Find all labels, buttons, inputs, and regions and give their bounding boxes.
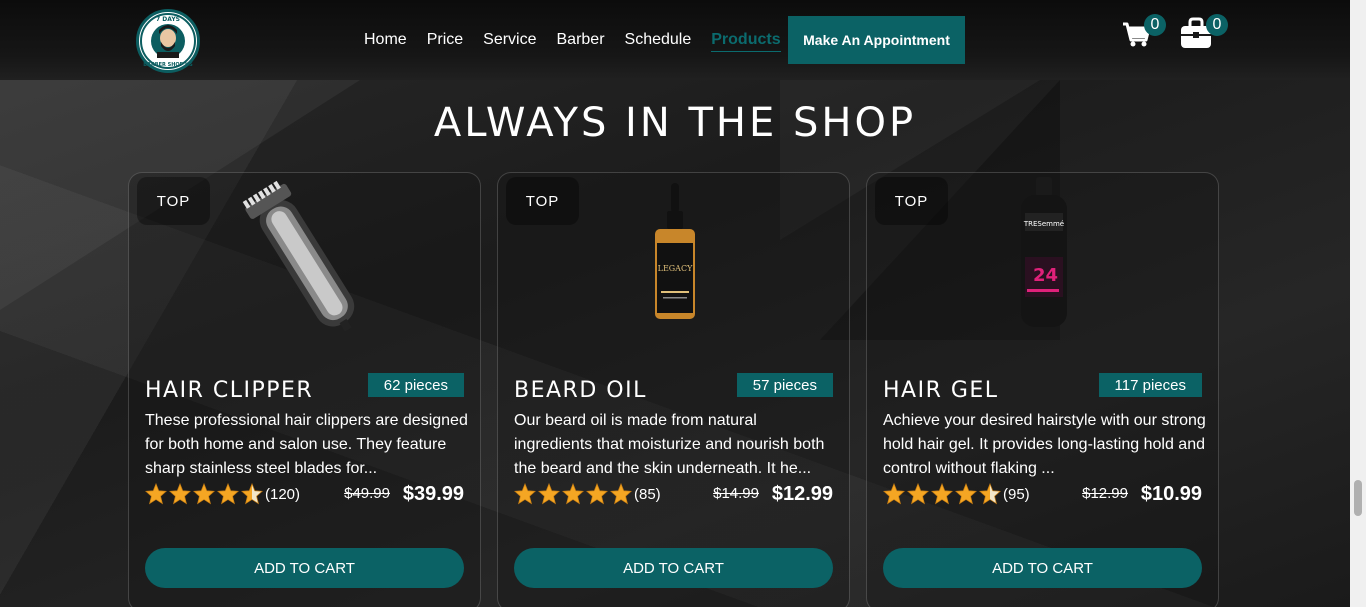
product-card: TRESemmé 24 TOP HAIR GEL 117 pieces Achi… [866,172,1219,607]
top-navbar: 7 DAYS BARBER SHOP US Home Price Service… [0,0,1350,80]
top-badge: TOP [506,177,579,225]
current-price: $12.99 [771,483,833,505]
svg-text:TRESemmé: TRESemmé [1022,220,1063,228]
nav-schedule[interactable]: Schedule [625,31,692,52]
star-full-icon [883,483,905,505]
hair-gel-bottle-icon: TRESemmé 24 [1020,177,1067,327]
add-to-cart-button[interactable]: ADD TO CART [145,548,464,588]
old-price: $49.99 [344,485,390,502]
section-title: ALWAYS IN THE SHOP [433,100,917,146]
svg-text:24: 24 [1033,265,1058,286]
beard-oil-bottle-icon: LEGACY [654,183,695,319]
bag-button[interactable]: 0 [1180,14,1228,48]
barber-shop-logo[interactable]: 7 DAYS BARBER SHOP US [136,9,200,73]
star-rating: (95) [883,483,1030,505]
review-count: (95) [1003,485,1030,503]
current-price: $10.99 [1140,483,1202,505]
star-full-icon [145,483,167,505]
star-full-icon [217,483,239,505]
page-scrollbar[interactable] [1350,0,1366,607]
star-full-icon [514,483,536,505]
top-badge: TOP [875,177,948,225]
star-full-icon [931,483,953,505]
product-description: Achieve your desired hairstyle with our … [883,412,1206,477]
stock-badge: 57 pieces [736,373,833,397]
star-half-icon [979,483,1001,505]
nav-service[interactable]: Service [483,31,536,52]
product-description: Our beard oil is made from natural ingre… [514,412,825,477]
nav-barber[interactable]: Barber [557,31,605,52]
cart-count-badge: 0 [1144,14,1166,36]
add-to-cart-button[interactable]: ADD TO CART [514,548,833,588]
nav-price[interactable]: Price [427,31,463,52]
svg-text:BARBER SHOP US: BARBER SHOP US [143,62,193,68]
star-rating: (85) [514,483,661,505]
stock-badge: 62 pieces [367,373,464,397]
scrollbar-thumb[interactable] [1354,480,1362,516]
stock-badge: 117 pieces [1098,373,1202,397]
product-name: BEARD OIL [514,378,647,403]
nav-home[interactable]: Home [364,31,407,52]
star-full-icon [169,483,191,505]
svg-text:7 DAYS: 7 DAYS [156,16,180,23]
star-full-icon [907,483,929,505]
star-full-icon [586,483,608,505]
review-count: (120) [265,485,301,503]
bag-count-badge: 0 [1206,14,1228,36]
make-appointment-button[interactable]: Make An Appointment [788,16,965,64]
product-name: HAIR GEL [883,378,999,403]
product-name: HAIR CLIPPER [145,378,314,403]
hair-clipper-icon [242,180,354,332]
current-price: $39.99 [402,483,464,505]
star-full-icon [955,483,977,505]
star-full-icon [562,483,584,505]
star-full-icon [193,483,215,505]
star-rating: (120) [145,483,300,505]
star-full-icon [538,483,560,505]
svg-text:LEGACY: LEGACY [657,264,692,273]
product-card: LEGACY TOP BEARD OIL 57 pieces Our beard… [497,172,850,607]
old-price: $14.99 [713,485,759,502]
review-count: (85) [634,485,661,503]
star-full-icon [610,483,632,505]
nav-products[interactable]: Products [711,31,781,52]
add-to-cart-button[interactable]: ADD TO CART [883,548,1202,588]
product-card: TOP HAIR CLIPPER 62 pieces These profess… [128,172,481,607]
product-description: These professional hair clippers are des… [145,412,468,477]
star-half-icon [241,483,263,505]
old-price: $12.99 [1082,485,1128,502]
main-menu: Home Price Service Barber Schedule Produ… [364,31,801,52]
top-badge: TOP [137,177,210,225]
logo-emblem-icon: 7 DAYS BARBER SHOP US [140,13,196,69]
cart-button[interactable]: 0 [1122,14,1166,48]
